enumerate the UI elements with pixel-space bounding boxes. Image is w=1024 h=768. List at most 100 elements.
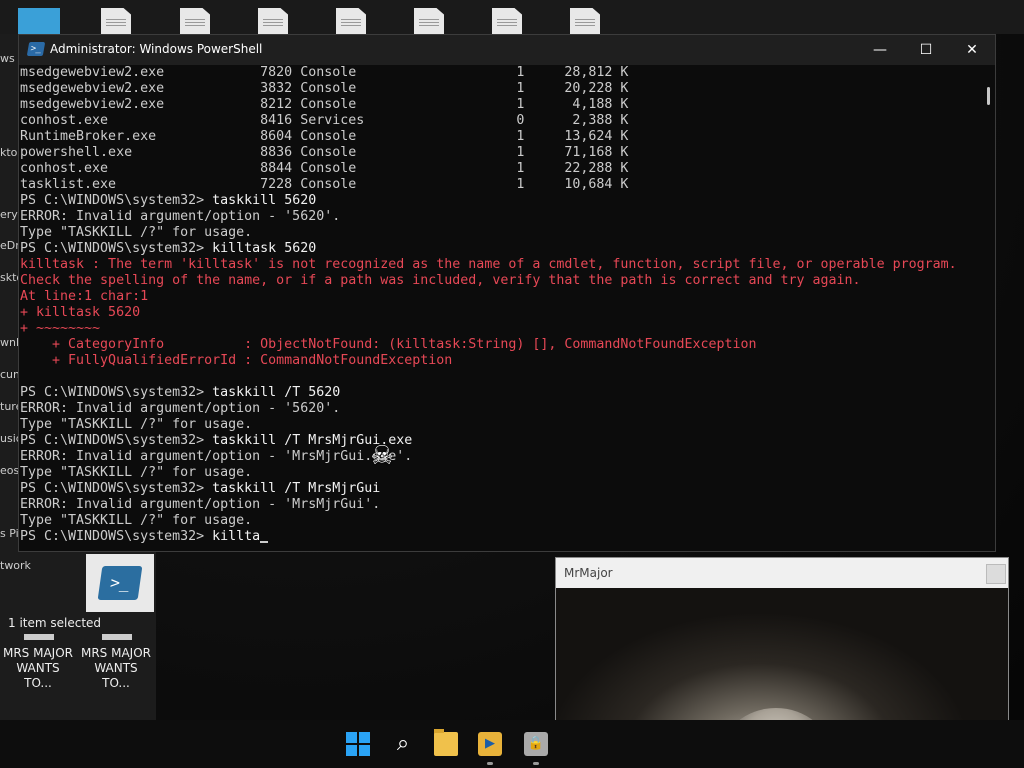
nav-fragment[interactable]: s Pi — [0, 527, 19, 540]
terminal-output-line: conhost.exe 8416 Services 0 2,388 K — [20, 113, 979, 129]
document-icon[interactable] — [336, 8, 366, 34]
media-player-icon[interactable]: ▶ — [478, 732, 502, 756]
terminal-line-text: PS C:\WINDOWS\system32> — [20, 481, 213, 496]
terminal-line-text: PS C:\WINDOWS\system32> — [20, 241, 213, 256]
terminal-command: taskkill /T MrsMjrGui — [212, 481, 381, 496]
terminal-line-text: + CategoryInfo : ObjectNotFound: (killta… — [20, 337, 757, 352]
nav-fragment[interactable]: twork — [0, 559, 31, 572]
terminal-line-text: powershell.exe 8836 Console 1 71,168 K — [20, 145, 629, 160]
terminal-line-text: Type "TASKKILL /?" for usage. — [20, 417, 253, 432]
selection-status: 1 item selected — [8, 616, 102, 630]
terminal-line-text: Type "TASKKILL /?" for usage. — [20, 465, 253, 480]
terminal-output[interactable]: msedgewebview2.exe 7820 Console 1 28,812… — [19, 65, 979, 551]
terminal-command: taskkill 5620 — [212, 193, 317, 208]
terminal-error-line: killtask : The term 'killtask' is not re… — [20, 257, 979, 273]
terminal-prompt-line: PS C:\WINDOWS\system32> taskkill /T MrsM… — [20, 433, 979, 449]
maximize-button[interactable]: ☐ — [903, 35, 949, 65]
document-icon[interactable] — [180, 8, 210, 34]
terminal-output-line: Type "TASKKILL /?" for usage. — [20, 417, 979, 433]
minimize-button[interactable]: — — [857, 35, 903, 65]
terminal-output-line: ERROR: Invalid argument/option - '5620'. — [20, 209, 979, 225]
powershell-file-thumbnail[interactable]: >_ — [86, 554, 154, 612]
terminal-line-text: ERROR: Invalid argument/option - 'MrsMjr… — [20, 449, 413, 464]
file-icon — [24, 634, 54, 640]
document-icon[interactable] — [570, 8, 600, 34]
skull-cursor-icon: ☠ — [370, 441, 394, 471]
terminal-prompt-line: PS C:\WINDOWS\system32> taskkill /T MrsM… — [20, 481, 979, 497]
terminal-line-text: msedgewebview2.exe 3832 Console 1 20,228… — [20, 81, 629, 96]
terminal-output-line: tasklist.exe 7228 Console 1 10,684 K — [20, 177, 979, 193]
document-icon[interactable] — [258, 8, 288, 34]
file-label[interactable]: MRS MAJOR WANTS TO... — [2, 646, 74, 691]
terminal-prompt-line: PS C:\WINDOWS\system32> taskkill /T 5620 — [20, 385, 979, 401]
terminal-output-line: ERROR: Invalid argument/option - '5620'. — [20, 401, 979, 417]
powershell-titlebar[interactable]: >_ Administrator: Windows PowerShell — ☐… — [19, 35, 995, 65]
start-icon[interactable] — [346, 732, 370, 756]
terminal-line-text: Type "TASKKILL /?" for usage. — [20, 225, 253, 240]
terminal-line-text: PS C:\WINDOWS\system32> — [20, 433, 213, 448]
terminal-command: taskkill /T 5620 — [212, 385, 341, 400]
text-cursor — [260, 541, 269, 543]
document-icon[interactable] — [414, 8, 444, 34]
terminal-line-text: At line:1 char:1 — [20, 289, 149, 304]
terminal-line-text: ERROR: Invalid argument/option - 'MrsMjr… — [20, 497, 381, 512]
terminal-prompt-line: PS C:\WINDOWS\system32> killta — [20, 529, 979, 545]
terminal-line-text: RuntimeBroker.exe 8604 Console 1 13,624 … — [20, 129, 629, 144]
scrollbar-thumb[interactable] — [987, 87, 990, 105]
terminal-line-text: tasklist.exe 7228 Console 1 10,684 K — [20, 177, 629, 192]
terminal-line-text: msedgewebview2.exe 8212 Console 1 4,188 … — [20, 97, 629, 112]
file-label[interactable]: MRS MAJOR WANTS TO... — [80, 646, 152, 691]
terminal-output-line: RuntimeBroker.exe 8604 Console 1 13,624 … — [20, 129, 979, 145]
terminal-line-text: + killtask 5620 — [20, 305, 141, 320]
terminal-error-line: + FullyQualifiedErrorId : CommandNotFoun… — [20, 353, 979, 369]
close-button[interactable] — [986, 564, 1006, 584]
document-icon[interactable] — [492, 8, 522, 34]
document-icon[interactable] — [101, 8, 131, 34]
mrmajor-titlebar[interactable]: MrMajor — [556, 558, 1008, 588]
powershell-icon: >_ — [26, 42, 46, 56]
powershell-window[interactable]: >_ Administrator: Windows PowerShell — ☐… — [18, 34, 996, 552]
powershell-icon: >_ — [97, 566, 143, 600]
close-button[interactable]: ✕ — [949, 35, 995, 65]
window-title: Administrator: Windows PowerShell — [50, 42, 263, 56]
terminal-output-line: msedgewebview2.exe 3832 Console 1 20,228… — [20, 81, 979, 97]
terminal-line-text: Type "TASKKILL /?" for usage. — [20, 513, 253, 528]
terminal-line-text: + FullyQualifiedErrorId : CommandNotFoun… — [20, 353, 453, 368]
terminal-line-text: Check the spelling of the name, or if a … — [20, 273, 861, 288]
terminal-line-text: PS C:\WINDOWS\system32> — [20, 385, 213, 400]
nav-fragment[interactable]: wnl — [0, 336, 19, 349]
terminal-output-line: Type "TASKKILL /?" for usage. — [20, 465, 979, 481]
mrmajor-title: MrMajor — [564, 566, 613, 580]
security-app-icon[interactable]: 🔒 — [524, 732, 548, 756]
terminal-line-text: killtask : The term 'killtask' is not re… — [20, 257, 957, 272]
terminal-line-text: ERROR: Invalid argument/option - '5620'. — [20, 209, 341, 224]
terminal-line-text: PS C:\WINDOWS\system32> — [20, 193, 213, 208]
terminal-error-line: + killtask 5620 — [20, 305, 979, 321]
file-explorer-icon[interactable] — [434, 729, 458, 756]
terminal-line-text: ERROR: Invalid argument/option - '5620'. — [20, 401, 341, 416]
terminal-error-line: + CategoryInfo : ObjectNotFound: (killta… — [20, 337, 979, 353]
terminal-output-line: conhost.exe 8844 Console 1 22,288 K — [20, 161, 979, 177]
terminal-command: killtask 5620 — [212, 241, 317, 256]
terminal-line-text: msedgewebview2.exe 7820 Console 1 28,812… — [20, 65, 629, 80]
terminal-output-line: Type "TASKKILL /?" for usage. — [20, 513, 979, 529]
terminal-command: killta — [212, 529, 261, 544]
desktop-icons-row — [0, 0, 1024, 34]
search-icon[interactable]: ⌕ — [391, 732, 415, 756]
file-icon — [102, 634, 132, 640]
desktop-app-icon[interactable] — [18, 8, 60, 34]
nav-fragment[interactable]: eos — [0, 464, 19, 477]
terminal-line-text: PS C:\WINDOWS\system32> — [20, 529, 213, 544]
terminal-error-line: + ~~~~~~~~ — [20, 321, 979, 337]
terminal-output-line: msedgewebview2.exe 8212 Console 1 4,188 … — [20, 97, 979, 113]
terminal-output-line: powershell.exe 8836 Console 1 71,168 K — [20, 145, 979, 161]
terminal-output-line: Type "TASKKILL /?" for usage. — [20, 225, 979, 241]
running-indicator — [487, 762, 493, 765]
running-indicator — [533, 762, 539, 765]
terminal-prompt-line: PS C:\WINDOWS\system32> killtask 5620 — [20, 241, 979, 257]
nav-fragment[interactable]: ery — [0, 208, 18, 221]
terminal-output-line: msedgewebview2.exe 7820 Console 1 28,812… — [20, 65, 979, 81]
terminal-line-text: conhost.exe 8416 Services 0 2,388 K — [20, 113, 629, 128]
terminal-error-line: Check the spelling of the name, or if a … — [20, 273, 979, 289]
taskbar: ⌕ ▶ 🔒 — [0, 720, 1024, 768]
